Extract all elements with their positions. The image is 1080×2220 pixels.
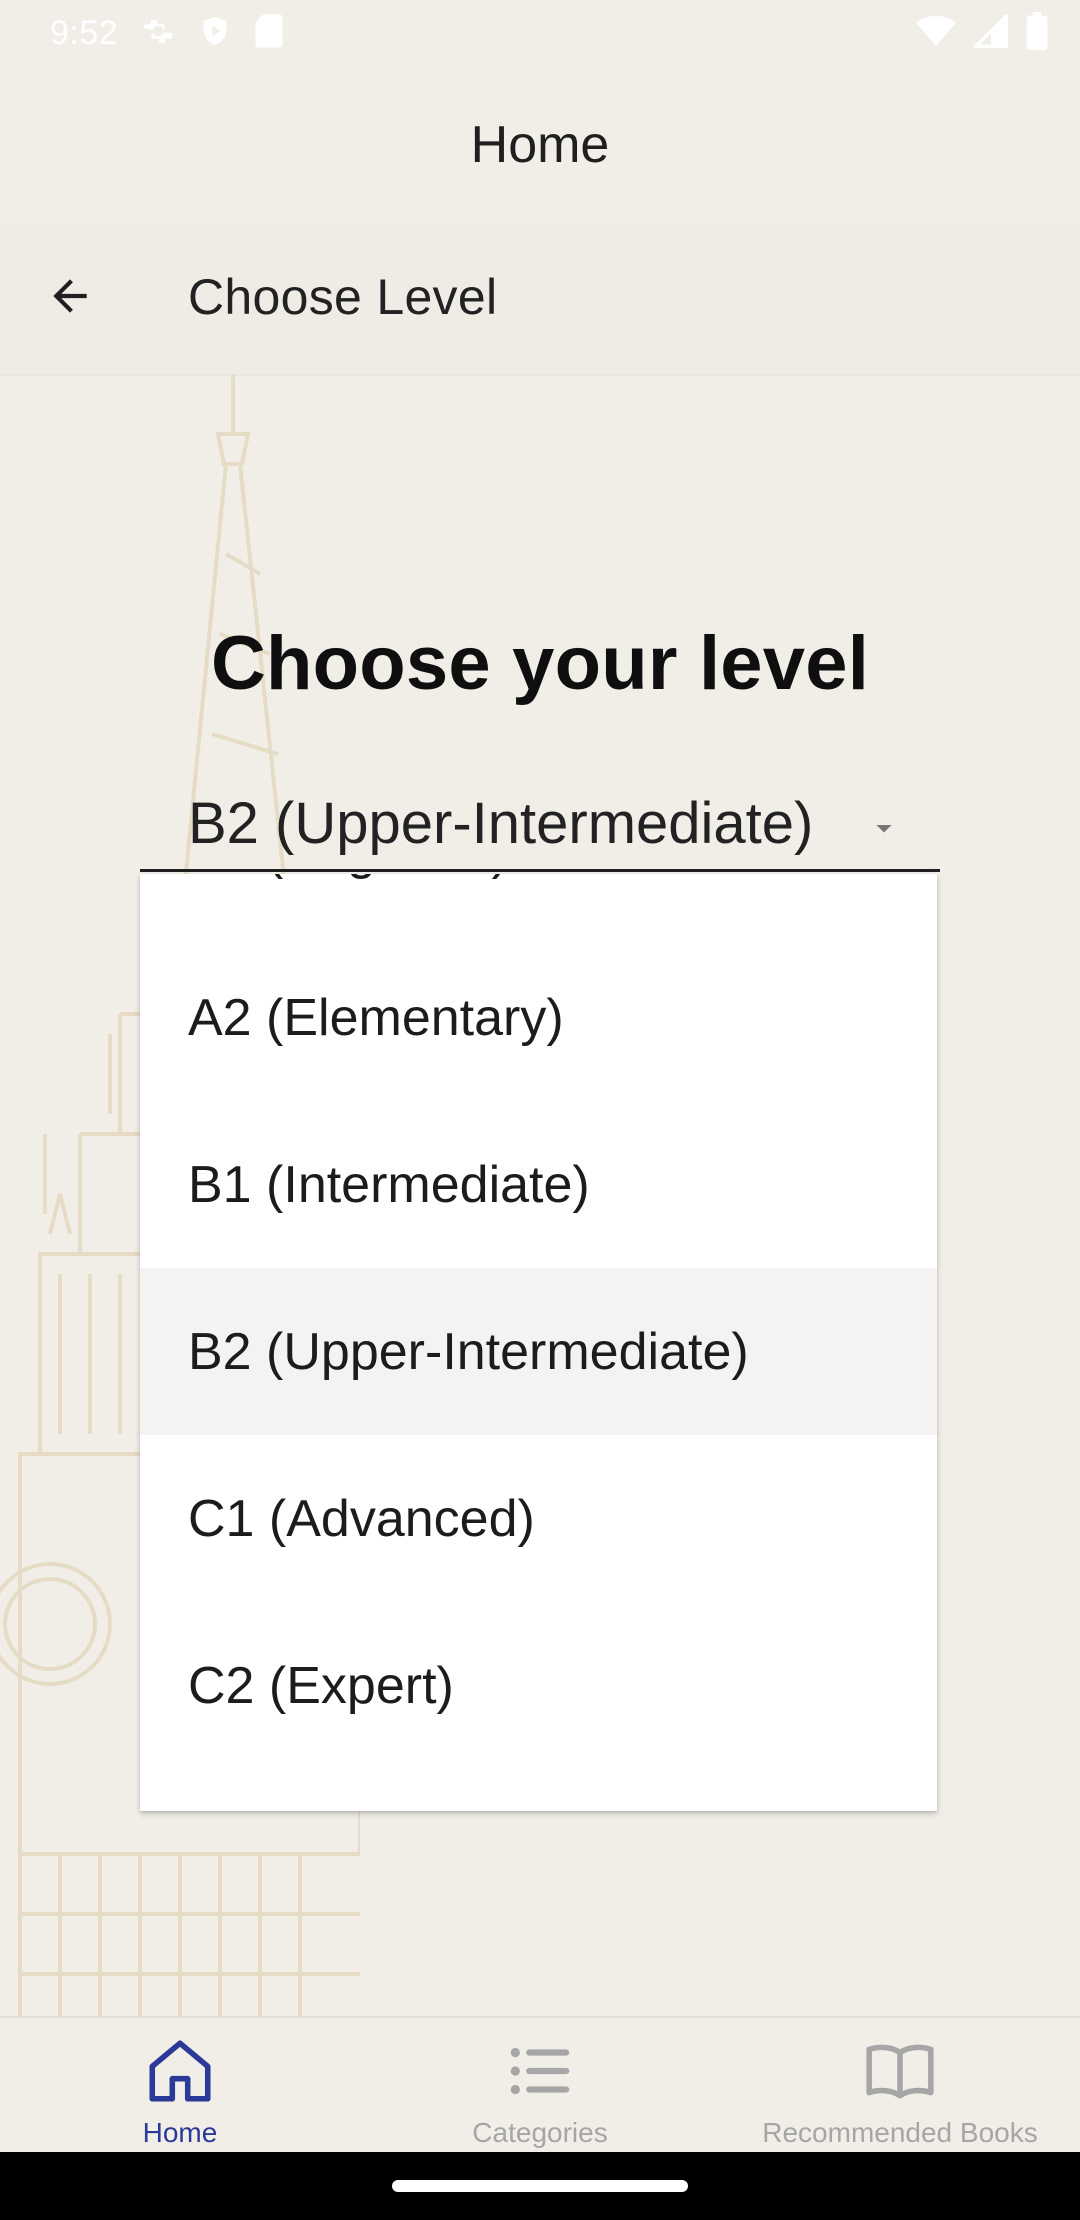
level-dropdown: A1 (Beginner) A2 (Elementary) B1 (Interm… xyxy=(140,874,937,1811)
level-option-c1[interactable]: C1 (Advanced) xyxy=(140,1435,937,1602)
nav-recommended-books-label: Recommended Books xyxy=(762,2117,1038,2148)
bottom-navigation: Home Categories Recommended Books xyxy=(0,2016,1080,2152)
nav-categories[interactable]: Categories xyxy=(360,2018,720,2152)
level-option-b1[interactable]: B1 (Intermediate) xyxy=(140,1101,937,1268)
book-open-icon xyxy=(863,2034,937,2113)
nav-home-label: Home xyxy=(142,2117,218,2148)
settings-icon xyxy=(140,13,176,54)
nav-home[interactable]: Home xyxy=(0,2018,360,2152)
app-bar-title: Choose Level xyxy=(188,269,498,325)
level-option-b2[interactable]: B2 (Upper-Intermediate) xyxy=(140,1268,937,1435)
list-icon xyxy=(503,2034,577,2113)
home-icon xyxy=(143,2034,217,2113)
nav-categories-label: Categories xyxy=(472,2117,608,2148)
choose-level-heading: Choose your level xyxy=(210,621,870,706)
level-select-value: B2 (Upper-Intermediate) xyxy=(188,791,814,856)
level-option-c2[interactable]: C2 (Expert) xyxy=(140,1602,937,1769)
home-gesture-handle[interactable] xyxy=(392,2180,688,2192)
page-title: Home xyxy=(470,116,610,174)
status-bar: 9:52 xyxy=(0,0,1080,66)
chevron-down-icon xyxy=(866,810,902,851)
battery-icon xyxy=(1026,11,1048,55)
wifi-icon xyxy=(916,14,956,53)
level-option-a2[interactable]: A2 (Elementary) xyxy=(140,934,937,1101)
back-button[interactable] xyxy=(34,262,106,334)
app-bar: Choose Level xyxy=(0,222,1080,374)
status-right xyxy=(916,11,1048,55)
level-options-list: A1 (Beginner) A2 (Elementary) B1 (Interm… xyxy=(140,874,937,1769)
sd-card-icon xyxy=(254,13,284,54)
signal-icon xyxy=(971,11,1008,53)
level-select[interactable]: B2 (Upper-Intermediate) xyxy=(140,780,940,872)
status-left: 9:52 xyxy=(50,13,284,54)
nav-recommended-books[interactable]: Recommended Books xyxy=(720,2018,1080,2152)
level-option-a1[interactable]: A1 (Beginner) xyxy=(140,874,937,934)
status-time: 9:52 xyxy=(50,13,119,52)
arrow-back-icon xyxy=(45,271,95,326)
shield-play-icon xyxy=(198,13,232,54)
system-navigation-bar xyxy=(0,2152,1080,2220)
